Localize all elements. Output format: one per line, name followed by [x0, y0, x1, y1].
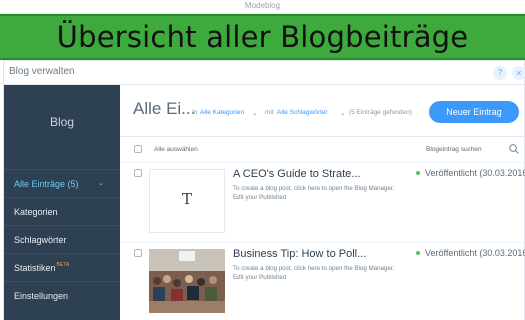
overview-banner: Übersicht aller Blogbeiträge	[0, 14, 525, 60]
sidebar: Blog Alle Einträge (5) ⌄ Kategorien Schl…	[4, 85, 120, 320]
tag-filter-dropdown[interactable]: Alle Schlagwörter	[277, 109, 328, 116]
close-button[interactable]: ×	[512, 66, 525, 80]
sidebar-item-settings[interactable]: Einstellungen	[4, 281, 120, 309]
post-title[interactable]: Business Tip: How to Poll...	[233, 248, 366, 260]
post-status: Veröffentlicht (30.03.2016	[425, 248, 525, 258]
filter-with-text: mit	[265, 109, 274, 116]
search-icon[interactable]	[508, 143, 520, 155]
new-post-button[interactable]: Neuer Eintrag	[429, 101, 519, 123]
post-row[interactable]: T A CEO's Guide to Strate... To create a…	[120, 163, 525, 243]
category-filter-dropdown[interactable]: Alle Kategorien	[200, 109, 244, 116]
sidebar-item-label: Statistiken	[14, 263, 56, 273]
post-title[interactable]: A CEO's Guide to Strate...	[233, 168, 360, 180]
post-thumbnail: T	[149, 169, 225, 233]
page-title: Alle Ei...	[133, 99, 196, 118]
sidebar-item-label: Einstellungen	[14, 291, 69, 301]
post-thumbnail-photo	[149, 249, 225, 313]
chevron-down-icon: ⌄	[340, 110, 346, 117]
sidebar-item-categories[interactable]: Kategorien	[4, 197, 120, 225]
sidebar-title: Blog	[49, 115, 75, 129]
select-all-label: Alle auswählen	[154, 146, 198, 153]
sidebar-item-statistics[interactable]: StatistikenBETA	[4, 253, 120, 281]
dialog-title: Blog verwalten	[9, 66, 75, 77]
sidebar-item-label: Alle Einträge (5)	[14, 179, 79, 189]
selection-row: Alle auswählen Blogeintrag suchen	[120, 137, 524, 163]
sidebar-item-label: Kategorien	[14, 207, 58, 217]
published-status-dot	[416, 251, 420, 255]
chevron-down-icon: ⌄	[252, 110, 258, 117]
post-row[interactable]: Business Tip: How to Poll... To create a…	[120, 243, 525, 320]
main-panel: Alle Ei... In Alle Kategorien ⌄ mit Alle…	[120, 85, 525, 320]
site-name-text: Modeblog	[244, 1, 281, 10]
main-header: Alle Ei... In Alle Kategorien ⌄ mit Alle…	[120, 85, 524, 137]
post-checkbox[interactable]	[134, 249, 142, 257]
blog-manager-dialog: Blog verwalten ? × Blog Alle Einträge (5…	[3, 60, 525, 320]
dialog-header: Blog verwalten ? ×	[4, 61, 525, 85]
post-description: To create a blog post, click here to ope…	[233, 265, 395, 281]
published-status-dot	[416, 171, 420, 175]
top-strip: Modeblog	[0, 0, 525, 14]
sidebar-item-all-posts[interactable]: Alle Einträge (5) ⌄	[4, 169, 120, 197]
select-all-checkbox[interactable]	[134, 145, 142, 153]
thumbnail-letter: T	[181, 190, 192, 208]
help-button[interactable]: ?	[493, 66, 507, 80]
sidebar-item-label: Schlagwörter	[14, 235, 67, 245]
filter-in-text: In	[192, 109, 198, 116]
chevron-down-icon: ⌄	[98, 180, 104, 187]
search-posts-input[interactable]: Blogeintrag suchen	[426, 146, 482, 153]
post-checkbox[interactable]	[134, 169, 142, 177]
sidebar-item-tags[interactable]: Schlagwörter	[4, 225, 120, 253]
banner-title: Übersicht aller Blogbeiträge	[56, 20, 469, 54]
post-description: To create a blog post, click here to ope…	[233, 185, 395, 201]
results-count: (5 Einträge gefunden)	[349, 109, 412, 116]
beta-badge: BETA	[56, 262, 70, 268]
post-status: Veröffentlicht (30.03.2016	[425, 168, 525, 178]
